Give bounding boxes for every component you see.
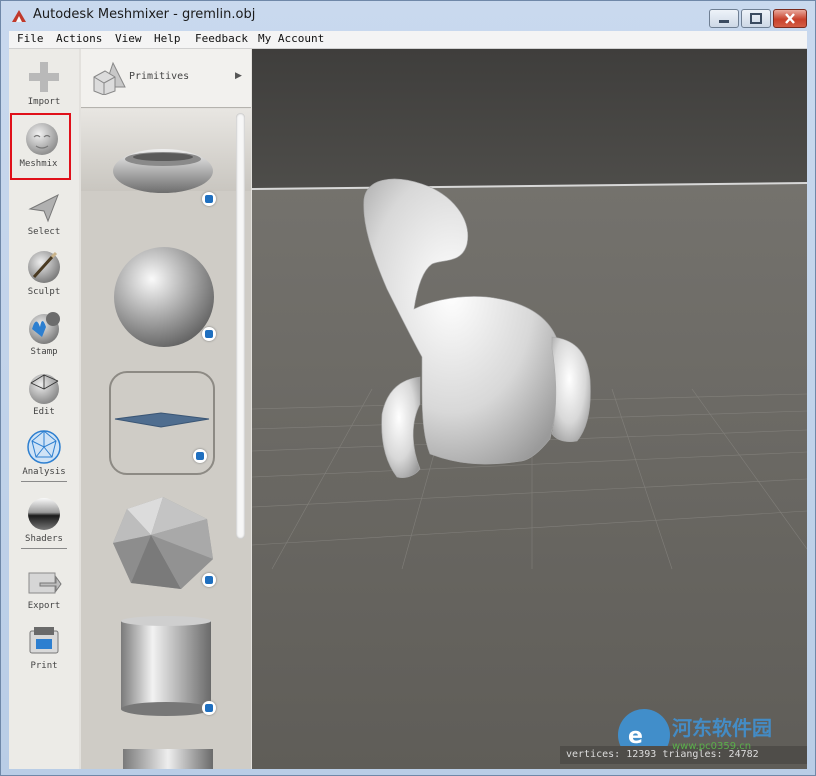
tool-edit[interactable]: Edit bbox=[9, 363, 79, 423]
title-bar: Autodesk Meshmixer - gremlin.obj bbox=[1, 1, 815, 31]
ground-plane bbox=[252, 183, 807, 769]
background-sky bbox=[252, 49, 807, 189]
tool-import[interactable]: Import bbox=[9, 53, 79, 113]
download-badge-icon bbox=[193, 449, 207, 463]
minimize-button[interactable] bbox=[709, 9, 739, 28]
primitive-sphere[interactable] bbox=[91, 239, 221, 354]
tool-select[interactable]: Select bbox=[9, 183, 79, 243]
primitives-label: Primitives bbox=[129, 71, 190, 82]
tool-label: Stamp bbox=[30, 347, 58, 357]
tool-label: Shaders bbox=[25, 534, 63, 544]
watermark-text: 河东软件园 bbox=[672, 716, 772, 740]
minimize-icon bbox=[719, 20, 729, 23]
menu-file[interactable]: File bbox=[17, 32, 44, 45]
menu-help[interactable]: Help bbox=[154, 32, 181, 45]
main-content: Import Meshmix Select Sculpt Stamp Edit … bbox=[9, 49, 807, 769]
wire-sphere-icon bbox=[29, 374, 59, 404]
tool-label: Print bbox=[30, 661, 58, 671]
menu-view[interactable]: View bbox=[115, 32, 142, 45]
tool-label: Import bbox=[27, 97, 61, 107]
close-icon bbox=[785, 13, 795, 24]
maximize-icon bbox=[750, 13, 762, 24]
menu-bar: File Actions View Help Feedback My Accou… bbox=[9, 31, 807, 49]
toolbar-divider bbox=[21, 481, 67, 482]
tool-sculpt[interactable]: Sculpt bbox=[9, 243, 79, 303]
export-folder-icon bbox=[28, 572, 62, 594]
printer-icon bbox=[29, 627, 59, 654]
geodesic-sphere-icon bbox=[27, 430, 61, 464]
download-badge-icon bbox=[202, 192, 216, 206]
tool-label: Select bbox=[27, 227, 61, 237]
panel-scrollbar[interactable] bbox=[236, 113, 245, 539]
scene-canvas: e bbox=[252, 49, 807, 769]
expand-arrow-icon: ▶ bbox=[235, 71, 242, 81]
plus-icon bbox=[29, 62, 59, 92]
menu-feedback[interactable]: Feedback bbox=[195, 32, 248, 45]
menu-my-account[interactable]: My Account bbox=[258, 32, 324, 45]
tool-label: Export bbox=[27, 601, 61, 611]
watermark-url: www.pc0359.cn bbox=[672, 741, 752, 752]
tool-print[interactable]: Print bbox=[9, 617, 79, 677]
app-window: Autodesk Meshmixer - gremlin.obj File Ac… bbox=[0, 0, 816, 776]
tool-stamp[interactable]: Stamp bbox=[9, 303, 79, 363]
3d-viewport[interactable]: e vertices: 12393 triangles: 24782 河东软件园… bbox=[252, 49, 807, 769]
primitive-cylinder[interactable] bbox=[91, 611, 221, 726]
primitive-plane[interactable] bbox=[109, 371, 215, 475]
tool-analysis[interactable]: Analysis bbox=[9, 423, 79, 483]
primitive-partial[interactable] bbox=[123, 749, 213, 769]
primitives-icon bbox=[93, 61, 126, 95]
download-badge-icon bbox=[202, 573, 216, 587]
window-title: Autodesk Meshmixer - gremlin.obj bbox=[33, 7, 256, 22]
tool-meshmix[interactable]: Meshmix bbox=[10, 113, 71, 180]
toolbar-divider bbox=[21, 548, 67, 549]
menu-actions[interactable]: Actions bbox=[56, 32, 102, 45]
primitive-torus[interactable] bbox=[91, 129, 221, 244]
tool-shaders[interactable]: Shaders bbox=[9, 490, 79, 550]
tool-label: Edit bbox=[33, 407, 55, 417]
tool-label: Meshmix bbox=[19, 159, 58, 169]
download-badge-icon bbox=[202, 701, 216, 715]
tool-sidebar: Import Meshmix Select Sculpt Stamp Edit … bbox=[9, 49, 79, 769]
download-badge-icon bbox=[202, 327, 216, 341]
stamp-sphere-icon bbox=[29, 312, 60, 344]
chrome-sphere-icon bbox=[28, 498, 60, 530]
tool-export[interactable]: Export bbox=[9, 557, 79, 617]
tool-label: Analysis bbox=[22, 467, 66, 477]
close-button[interactable] bbox=[773, 9, 807, 28]
maximize-button[interactable] bbox=[741, 9, 771, 28]
arrow-pointer-icon bbox=[28, 193, 59, 223]
meshmix-face-icon bbox=[26, 123, 58, 155]
primitives-header[interactable]: Primitives ▶ bbox=[81, 49, 251, 108]
brush-sphere-icon bbox=[28, 251, 60, 283]
primitives-panel bbox=[81, 109, 251, 769]
primitive-icosahedron[interactable] bbox=[91, 493, 221, 608]
tool-label: Sculpt bbox=[27, 287, 61, 297]
meshmixer-logo-icon bbox=[12, 10, 26, 22]
